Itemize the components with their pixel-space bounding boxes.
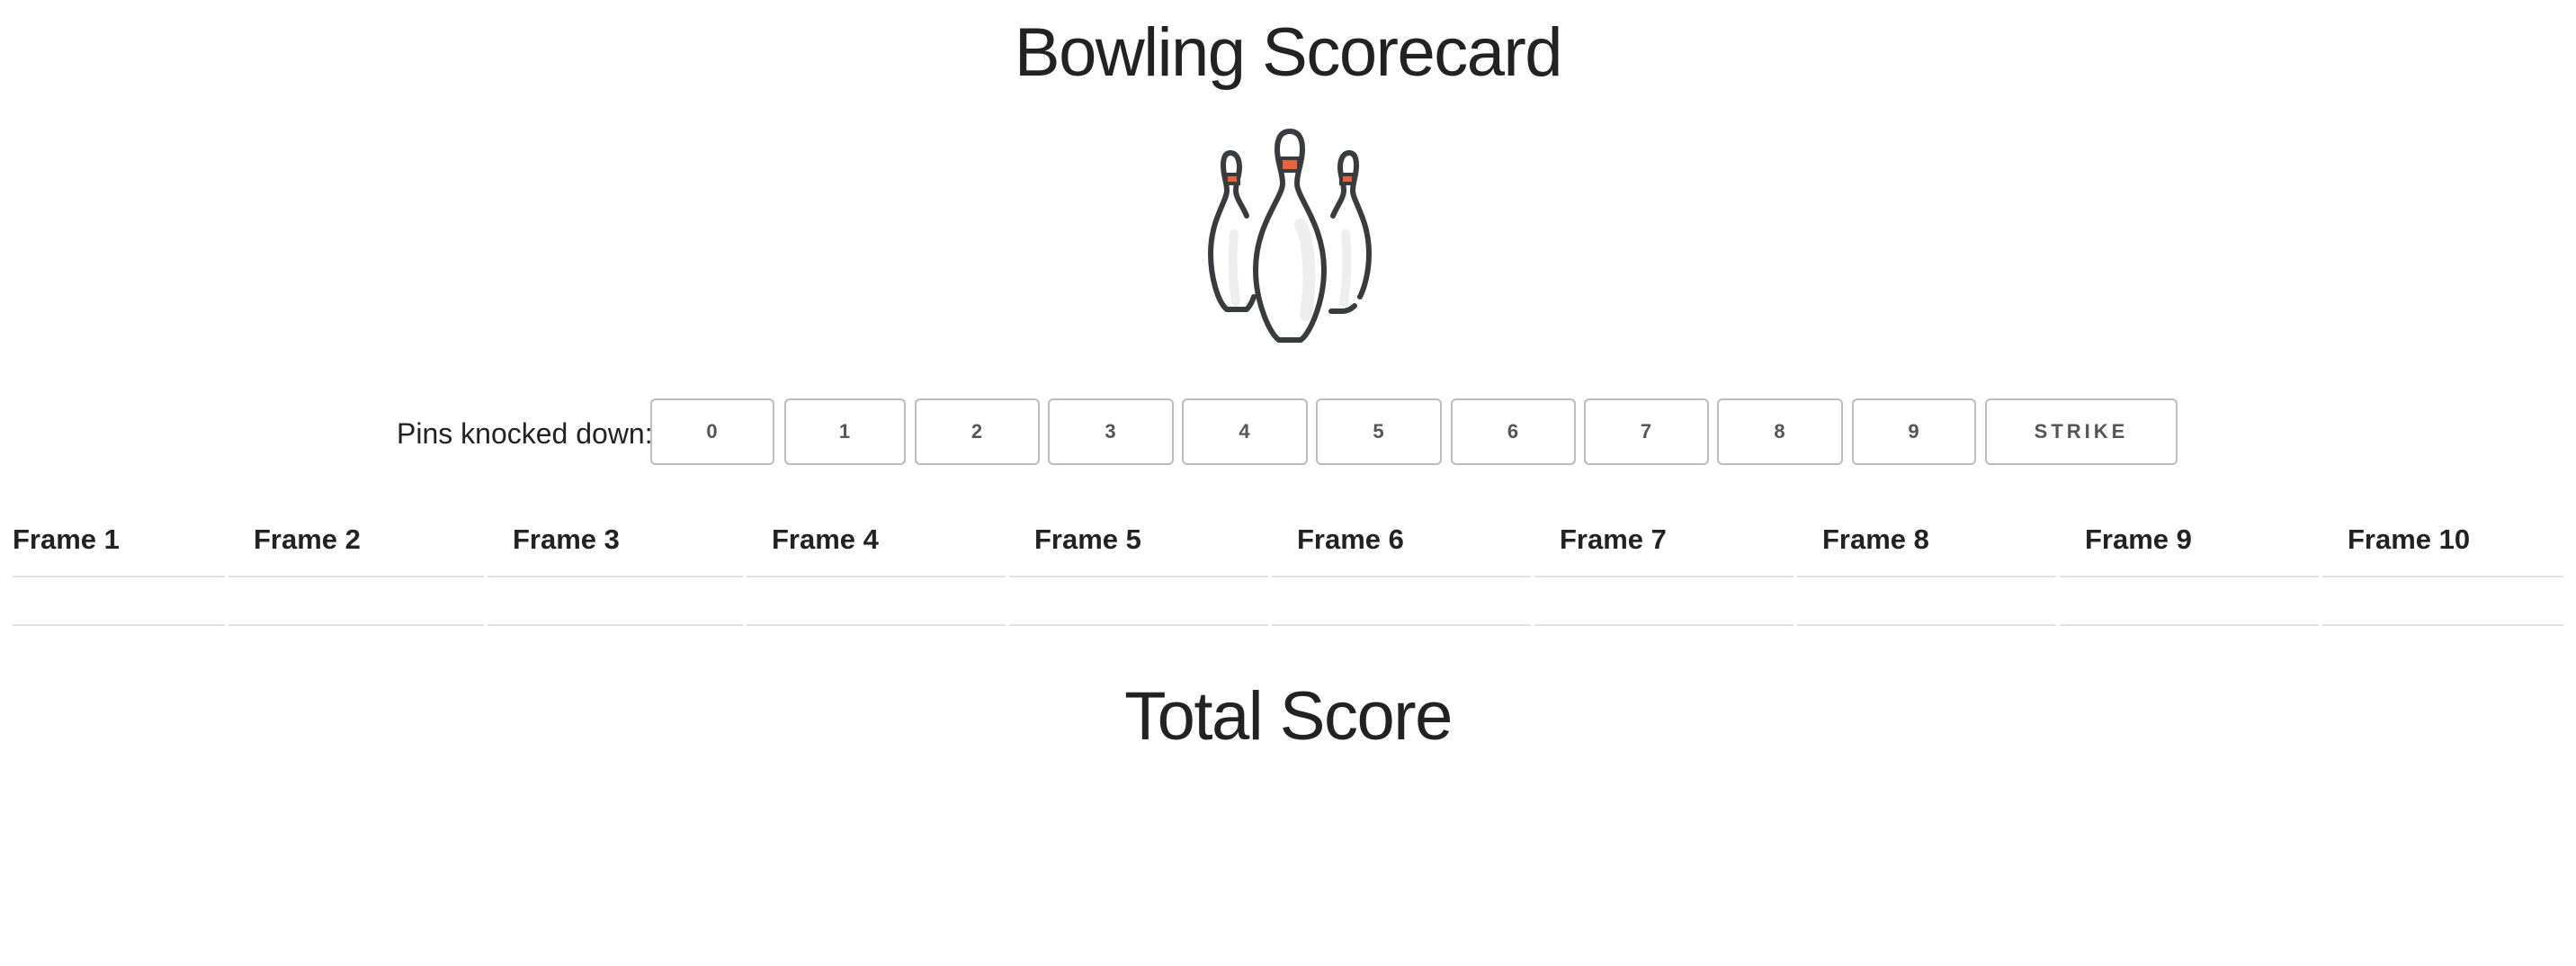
pins-knocked-down-row: Pins knocked down: 0 1 2 3 4 5 6 7 8 9 S… bbox=[0, 398, 2576, 469]
pin-button-3[interactable]: 3 bbox=[1048, 398, 1174, 465]
pin-button-6[interactable]: 6 bbox=[1451, 398, 1576, 465]
pin-button-2[interactable]: 2 bbox=[915, 398, 1040, 465]
frame-header-9: Frame 9 bbox=[2060, 504, 2319, 577]
strike-button[interactable]: STRIKE bbox=[1985, 398, 2178, 465]
pin-button-1[interactable]: 1 bbox=[784, 398, 906, 465]
frame-score-2 bbox=[228, 577, 484, 626]
frame-header-4: Frame 4 bbox=[747, 504, 1006, 577]
frame-score-1 bbox=[13, 577, 225, 626]
frame-header-8: Frame 8 bbox=[1797, 504, 2056, 577]
frame-score-10 bbox=[2322, 577, 2563, 626]
frame-score-5 bbox=[1009, 577, 1268, 626]
pin-button-4[interactable]: 4 bbox=[1182, 398, 1308, 465]
pin-button-9[interactable]: 9 bbox=[1852, 398, 1976, 465]
frame-header-2: Frame 2 bbox=[228, 504, 484, 577]
frame-score-8 bbox=[1797, 577, 2056, 626]
frame-header-6: Frame 6 bbox=[1272, 504, 1531, 577]
total-score-heading: Total Score bbox=[1124, 678, 1453, 755]
frame-score-3 bbox=[487, 577, 743, 626]
pins-knocked-down-label: Pins knocked down: bbox=[397, 417, 653, 450]
pin-button-7[interactable]: 7 bbox=[1584, 398, 1709, 465]
frame-score-7 bbox=[1534, 577, 1793, 626]
pin-button-5[interactable]: 5 bbox=[1316, 398, 1442, 465]
frame-header-1: Frame 1 bbox=[13, 504, 225, 577]
frame-header-7: Frame 7 bbox=[1534, 504, 1793, 577]
bowling-pins-icon bbox=[1208, 129, 1372, 343]
page-title: Bowling Scorecard bbox=[1014, 14, 1563, 91]
frame-score-6 bbox=[1272, 577, 1531, 626]
frame-header-5: Frame 5 bbox=[1009, 504, 1268, 577]
frame-header-10: Frame 10 bbox=[2322, 504, 2563, 577]
frames-score-row bbox=[13, 577, 2563, 626]
frames-header-row: Frame 1 Frame 2 Frame 3 Frame 4 Frame 5 … bbox=[13, 504, 2563, 577]
frame-header-3: Frame 3 bbox=[487, 504, 743, 577]
frames-table: Frame 1 Frame 2 Frame 3 Frame 4 Frame 5 … bbox=[9, 504, 2567, 626]
frame-score-9 bbox=[2060, 577, 2319, 626]
pin-button-8[interactable]: 8 bbox=[1717, 398, 1843, 465]
pin-button-0[interactable]: 0 bbox=[650, 398, 774, 465]
frame-score-4 bbox=[747, 577, 1006, 626]
